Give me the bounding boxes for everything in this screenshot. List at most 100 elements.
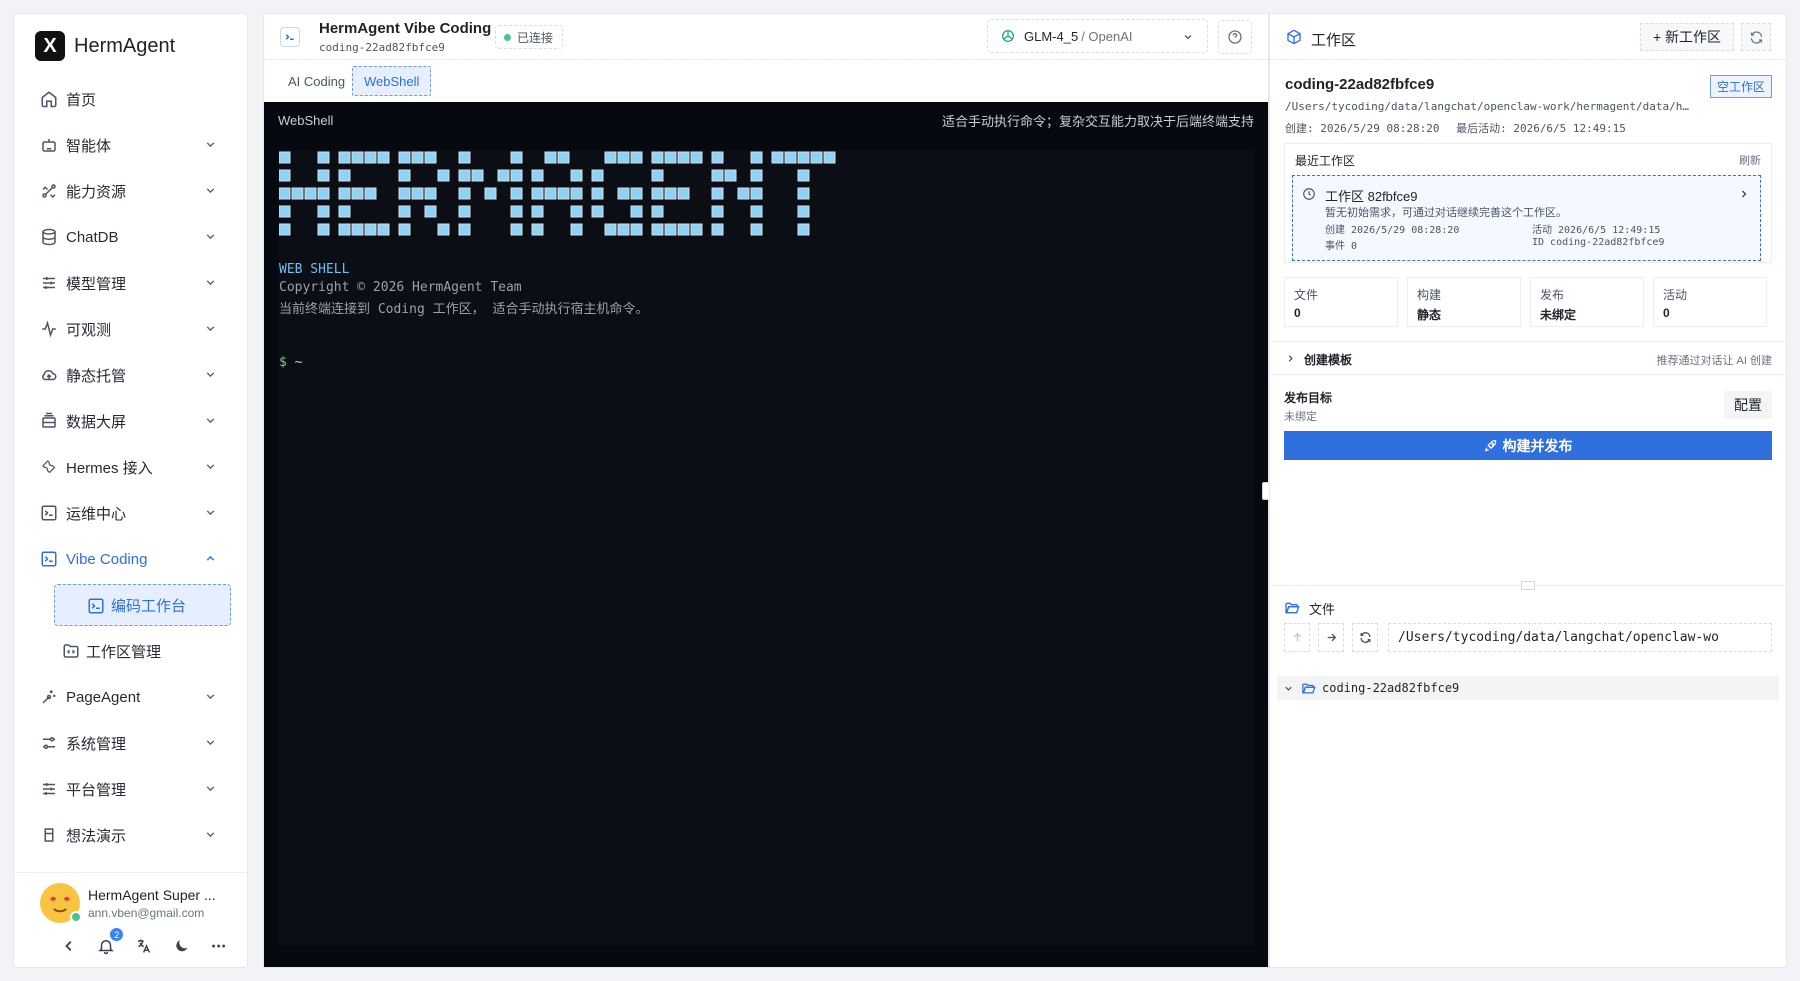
go-forward-button[interactable]	[1318, 623, 1344, 652]
sidebar-item-label: 想法演示	[66, 827, 127, 845]
help-button[interactable]	[1218, 20, 1252, 54]
ascii-block	[458, 223, 471, 236]
sidebar-item-resources[interactable]: 能力资源	[30, 170, 231, 212]
config-button[interactable]: 配置	[1724, 391, 1772, 419]
workspace-id: coding-22ad82fbfce9	[1285, 76, 1435, 93]
vertical-resize-handle[interactable]	[1521, 581, 1535, 590]
chevron-right-icon	[1742, 190, 1747, 198]
notification-button[interactable]: 2	[97, 928, 124, 955]
tools-icon	[42, 184, 56, 199]
chevron-down-icon	[206, 188, 215, 194]
sidebar-item-coding-workbench[interactable]: 编码工作台	[54, 584, 231, 626]
ascii-block	[750, 223, 763, 236]
ascii-block	[771, 151, 784, 164]
ascii-block	[437, 223, 450, 236]
refresh-button[interactable]	[1741, 23, 1771, 51]
sidebar-item-label: 数据大屏	[66, 413, 127, 431]
ascii-block	[279, 205, 291, 218]
terminal-prompt[interactable]: $ ~	[279, 355, 302, 370]
tab-webshell[interactable]: WebShell	[352, 66, 432, 96]
build-publish-button[interactable]: 构建并发布	[1284, 431, 1772, 460]
sidebar-item-label: Hermes 接入	[66, 459, 153, 477]
new-workspace-button[interactable]: + 新工作区	[1640, 23, 1734, 51]
recent-workspaces: 最近工作区 刷新 工作区 82fbfce9 暂无初始需求，可通过对话继续完善这个…	[1284, 143, 1772, 263]
file-tree-root[interactable]: coding-22ad82fbfce9	[1277, 676, 1779, 700]
ascii-block	[471, 169, 484, 182]
ascii-block	[711, 223, 724, 236]
ascii-block	[279, 151, 291, 164]
sidebar-item-pageagent[interactable]: PageAgent	[30, 676, 231, 718]
sidebar-item-static-hosting[interactable]: 静态托管	[30, 354, 231, 396]
collapse-sidebar-icon[interactable]	[60, 937, 77, 955]
ascii-block	[750, 169, 763, 182]
openai-icon	[1002, 30, 1014, 42]
recent-workspace-card[interactable]: 工作区 82fbfce9 暂无初始需求，可通过对话继续完善这个工作区。 创建 2…	[1292, 175, 1761, 261]
terminal-hint: 适合手动执行命令；复杂交互能力取决于后端终端支持	[941, 113, 1254, 129]
sidebar-item-label: Vibe Coding	[66, 550, 148, 568]
template-hint: 推荐通过对话让 AI 创建	[1656, 355, 1772, 367]
ascii-block	[630, 187, 643, 200]
ascii-block	[557, 151, 570, 164]
refresh-icon	[1750, 31, 1763, 44]
ascii-block	[424, 187, 437, 200]
ascii-block	[458, 151, 471, 164]
sidebar-item-label: 静态托管	[66, 367, 127, 385]
create-template-toggle[interactable]: 创建模板 推荐通过对话让 AI 创建	[1270, 341, 1786, 375]
ascii-block	[484, 187, 497, 200]
terminal-output[interactable]: WEB SHELL Copyright © 2026 HermAgent Tea…	[279, 150, 1254, 945]
chevron-down-icon	[206, 142, 215, 148]
sidebar-item-ideas[interactable]: 想法演示	[30, 814, 231, 856]
robot-icon	[42, 139, 56, 152]
workspace-stats: 文件 0 构建 静态 发布 未绑定 活动 0	[1284, 277, 1772, 327]
clock-icon	[1303, 188, 1315, 200]
ascii-block	[651, 151, 664, 164]
ascii-block	[677, 223, 690, 236]
user-profile[interactable]: HermAgent Super ... ann.vben@gmail.com	[40, 883, 247, 923]
avatar[interactable]	[40, 883, 82, 923]
sparkle-icon	[42, 690, 56, 704]
workspace-path: /Users/tycoding/data/langchat/openclaw-w…	[1285, 100, 1695, 113]
ascii-block	[810, 151, 823, 164]
stat-value: 0	[1663, 306, 1670, 320]
ascii-block	[424, 151, 437, 164]
more-icon[interactable]	[210, 937, 227, 955]
sidebar-item-models[interactable]: 模型管理	[30, 262, 231, 304]
prompt-path: ~	[286, 355, 303, 370]
sidebar-item-label: 系统管理	[66, 735, 127, 753]
sidebar-item-vibe-coding[interactable]: Vibe Coding	[30, 538, 231, 580]
chevron-down-icon	[206, 326, 215, 332]
terminal[interactable]: WEB SHELL Copyright © 2026 HermAgent Tea…	[264, 138, 1268, 967]
sidebar-item-platform[interactable]: 平台管理	[30, 768, 231, 810]
recent-refresh-link[interactable]: 刷新	[1739, 152, 1761, 168]
folder-open-icon	[1302, 683, 1316, 693]
coding-header: HermAgent Vibe Coding coding-22ad82fbfce…	[264, 14, 1268, 60]
ascii-block	[711, 169, 724, 182]
sidebar-item-observability[interactable]: 可观测	[30, 308, 231, 350]
file-path-input[interactable]: /Users/tycoding/data/langchat/openclaw-w…	[1388, 623, 1772, 652]
sidebar-item-workspace-mgmt[interactable]: 工作区管理	[30, 630, 231, 672]
ascii-block	[797, 169, 810, 182]
tab-ai-coding[interactable]: AI Coding	[277, 66, 356, 96]
ascii-block	[437, 169, 450, 182]
dark-mode-icon[interactable]	[173, 937, 190, 955]
ascii-block	[690, 151, 703, 164]
go-up-button[interactable]	[1284, 623, 1310, 652]
refresh-files-button[interactable]	[1352, 623, 1378, 652]
sidebar-item-home[interactable]: 首页	[30, 78, 231, 120]
stat-label: 构建	[1417, 288, 1442, 302]
arrow-right-icon	[1327, 633, 1337, 642]
brand[interactable]: X HermAgent	[14, 14, 247, 78]
ascii-block	[570, 205, 583, 218]
translate-icon[interactable]	[135, 937, 152, 955]
ascii-block	[458, 169, 471, 182]
files-title: 文件	[1309, 601, 1336, 617]
ascii-block	[317, 205, 330, 218]
model-select[interactable]: GLM-4_5 / OpenAI	[987, 19, 1208, 53]
sidebar-item-dashboard[interactable]: 数据大屏	[30, 400, 231, 442]
sidebar-item-chatdb[interactable]: ChatDB	[30, 216, 231, 258]
sidebar-item-hermes[interactable]: Hermes 接入	[30, 446, 231, 488]
sidebar-item-agents[interactable]: 智能体	[30, 124, 231, 166]
ascii-block	[510, 187, 523, 200]
sidebar-item-ops[interactable]: 运维中心	[30, 492, 231, 534]
sidebar-item-system[interactable]: 系统管理	[30, 722, 231, 764]
